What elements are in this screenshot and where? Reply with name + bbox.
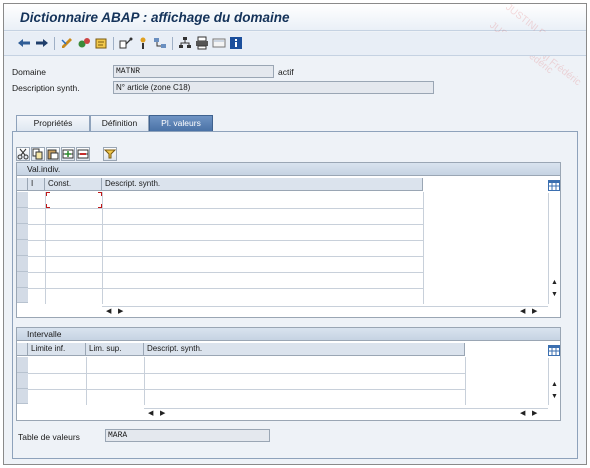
intervals-title: Intervalle bbox=[17, 328, 560, 341]
single-values-title: Val.indiv. bbox=[17, 163, 560, 176]
domain-label: Domaine bbox=[12, 67, 47, 77]
col-upper-limit[interactable]: Lim. sup. bbox=[86, 343, 144, 356]
row-selector[interactable] bbox=[17, 272, 28, 288]
scroll-left-icon[interactable]: ◀ bbox=[148, 410, 153, 418]
select-all-cell[interactable] bbox=[17, 343, 28, 356]
single-values-group: Val.indiv. I Const. Descript. synth. ▲ ▼… bbox=[16, 162, 561, 318]
scroll-left-icon[interactable]: ◀ bbox=[520, 308, 525, 316]
delete-row-icon[interactable] bbox=[76, 147, 90, 161]
row-selector[interactable] bbox=[17, 389, 28, 404]
object-list-icon[interactable] bbox=[136, 36, 150, 50]
check-icon[interactable] bbox=[77, 36, 91, 50]
intervals-vertical-scrollbar[interactable]: ▲ ▼ bbox=[548, 358, 559, 405]
row-selector[interactable] bbox=[17, 357, 28, 373]
scroll-right-icon[interactable]: ▶ bbox=[532, 410, 537, 418]
scroll-down-icon[interactable]: ▼ bbox=[551, 393, 558, 401]
row-selector[interactable] bbox=[17, 208, 28, 224]
row-selector[interactable] bbox=[17, 240, 28, 256]
filter-icon[interactable] bbox=[103, 147, 117, 161]
forward-arrow-icon[interactable] bbox=[35, 36, 49, 50]
row-selector[interactable] bbox=[17, 224, 28, 240]
select-all-cell[interactable] bbox=[17, 178, 28, 191]
col-description[interactable]: Descript. synth. bbox=[144, 343, 465, 356]
domain-status: actif bbox=[278, 67, 294, 77]
paste-icon[interactable] bbox=[46, 147, 60, 161]
print-icon[interactable] bbox=[195, 36, 209, 50]
scroll-up-icon[interactable]: ▲ bbox=[551, 381, 558, 389]
insert-row-icon[interactable] bbox=[61, 147, 75, 161]
scroll-right-icon[interactable]: ▶ bbox=[532, 308, 537, 316]
edit-toggle-icon[interactable] bbox=[60, 36, 74, 50]
domain-field[interactable]: MATNR bbox=[113, 65, 274, 78]
where-used-icon[interactable] bbox=[119, 36, 133, 50]
column-settings-icon[interactable] bbox=[548, 345, 560, 356]
navigation-window-icon[interactable] bbox=[153, 36, 167, 50]
tab-definition[interactable]: Définition bbox=[90, 115, 149, 131]
short-description-label: Description synth. bbox=[12, 83, 80, 93]
scroll-left-icon[interactable]: ◀ bbox=[106, 308, 111, 316]
intervals-horizontal-scrollbar[interactable]: ◀ ▶ ◀ ▶ bbox=[144, 408, 548, 419]
activate-icon[interactable] bbox=[94, 36, 108, 50]
scroll-right-icon[interactable]: ▶ bbox=[160, 410, 165, 418]
tab-properties[interactable]: Propriétés bbox=[16, 115, 90, 131]
col-description[interactable]: Descript. synth. bbox=[102, 178, 423, 191]
scroll-down-icon[interactable]: ▼ bbox=[551, 291, 558, 299]
display-object-icon[interactable] bbox=[212, 36, 226, 50]
row-selector[interactable] bbox=[17, 256, 28, 272]
col-indicator[interactable]: I bbox=[28, 178, 45, 191]
application-toolbar bbox=[4, 32, 586, 56]
short-description-field[interactable]: N° article (zone C18) bbox=[113, 81, 434, 94]
value-table-field[interactable]: MARA bbox=[105, 429, 270, 442]
copy-icon[interactable] bbox=[31, 147, 45, 161]
single-values-horizontal-scrollbar[interactable]: ◀ ▶ ◀ ▶ bbox=[102, 306, 548, 317]
domain-display-window: Dictionnaire ABAP : affichage du domaine… bbox=[3, 2, 587, 465]
col-constant[interactable]: Const. bbox=[45, 178, 102, 191]
row-selector[interactable] bbox=[17, 192, 28, 208]
scroll-up-icon[interactable]: ▲ bbox=[551, 279, 558, 287]
cut-icon[interactable] bbox=[16, 147, 30, 161]
row-selector[interactable] bbox=[17, 288, 28, 303]
intervals-group: Intervalle Limite inf. Lim. sup. Descrip… bbox=[16, 327, 561, 421]
constant-input-cell[interactable] bbox=[46, 192, 102, 208]
info-icon[interactable] bbox=[229, 36, 243, 50]
title-bar: Dictionnaire ABAP : affichage du domaine… bbox=[4, 2, 586, 88]
hierarchy-icon[interactable] bbox=[178, 36, 192, 50]
value-table-label: Table de valeurs bbox=[18, 432, 80, 442]
window-title: Dictionnaire ABAP : affichage du domaine bbox=[20, 10, 290, 25]
tab-value-range[interactable]: Pl. valeurs bbox=[149, 115, 213, 131]
row-selector[interactable] bbox=[17, 373, 28, 389]
single-values-vertical-scrollbar[interactable]: ▲ ▼ bbox=[548, 193, 559, 304]
column-settings-icon[interactable] bbox=[548, 180, 560, 191]
col-lower-limit[interactable]: Limite inf. bbox=[28, 343, 86, 356]
back-arrow-icon[interactable] bbox=[17, 36, 31, 50]
scroll-left-icon[interactable]: ◀ bbox=[520, 410, 525, 418]
scroll-right-icon[interactable]: ▶ bbox=[118, 308, 123, 316]
